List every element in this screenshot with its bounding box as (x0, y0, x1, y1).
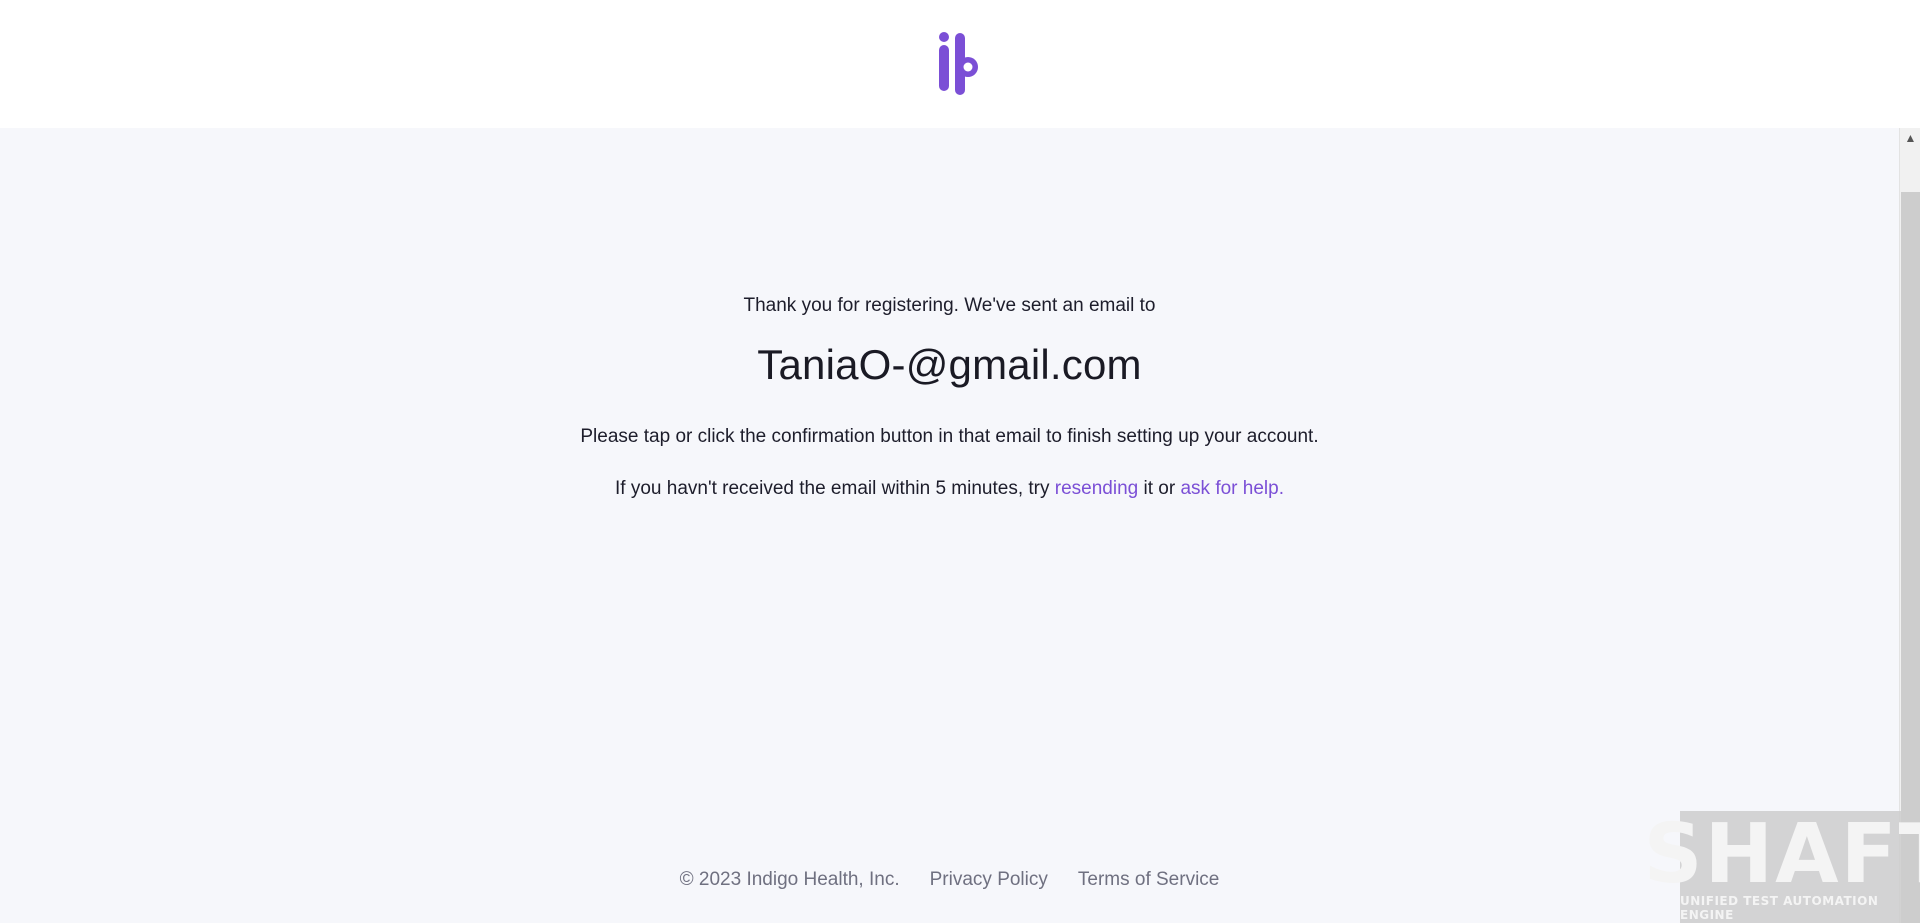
scroll-up-icon[interactable]: ▲ (1900, 128, 1920, 148)
copyright-text: © 2023 Indigo Health, Inc. (679, 869, 900, 890)
resend-middle: it or (1143, 478, 1176, 499)
terms-of-service-link[interactable]: Terms of Service (1078, 869, 1219, 891)
confirmation-panel: Thank you for registering. We've sent an… (0, 128, 1899, 923)
instructions-text: Please tap or click the confirmation but… (580, 426, 1319, 447)
resend-link[interactable]: resending (1055, 478, 1138, 499)
privacy-policy-link[interactable]: Privacy Policy (930, 869, 1048, 891)
resend-text: If you havn't received the email within … (0, 478, 1899, 500)
page-footer: © 2023 Indigo Health, Inc. Privacy Polic… (0, 869, 1899, 891)
vertical-scrollbar[interactable]: ▲ (1899, 128, 1920, 923)
intro-text: Thank you for registering. We've sent an… (743, 295, 1156, 316)
resend-prefix: If you havn't received the email within … (615, 478, 1050, 499)
page-header (0, 0, 1920, 128)
indigo-health-logo-icon[interactable] (937, 31, 983, 97)
registered-email: TaniaO-@gmail.com (757, 341, 1142, 388)
watermark-subtitle: UNIFIED TEST AUTOMATION ENGINE (1680, 894, 1879, 922)
shaft-watermark: SHAFT UNIFIED TEST AUTOMATION ENGINE (1643, 811, 1920, 923)
watermark-title: SHAFT (1643, 807, 1920, 902)
ask-for-help-link[interactable]: ask for help. (1180, 478, 1284, 499)
